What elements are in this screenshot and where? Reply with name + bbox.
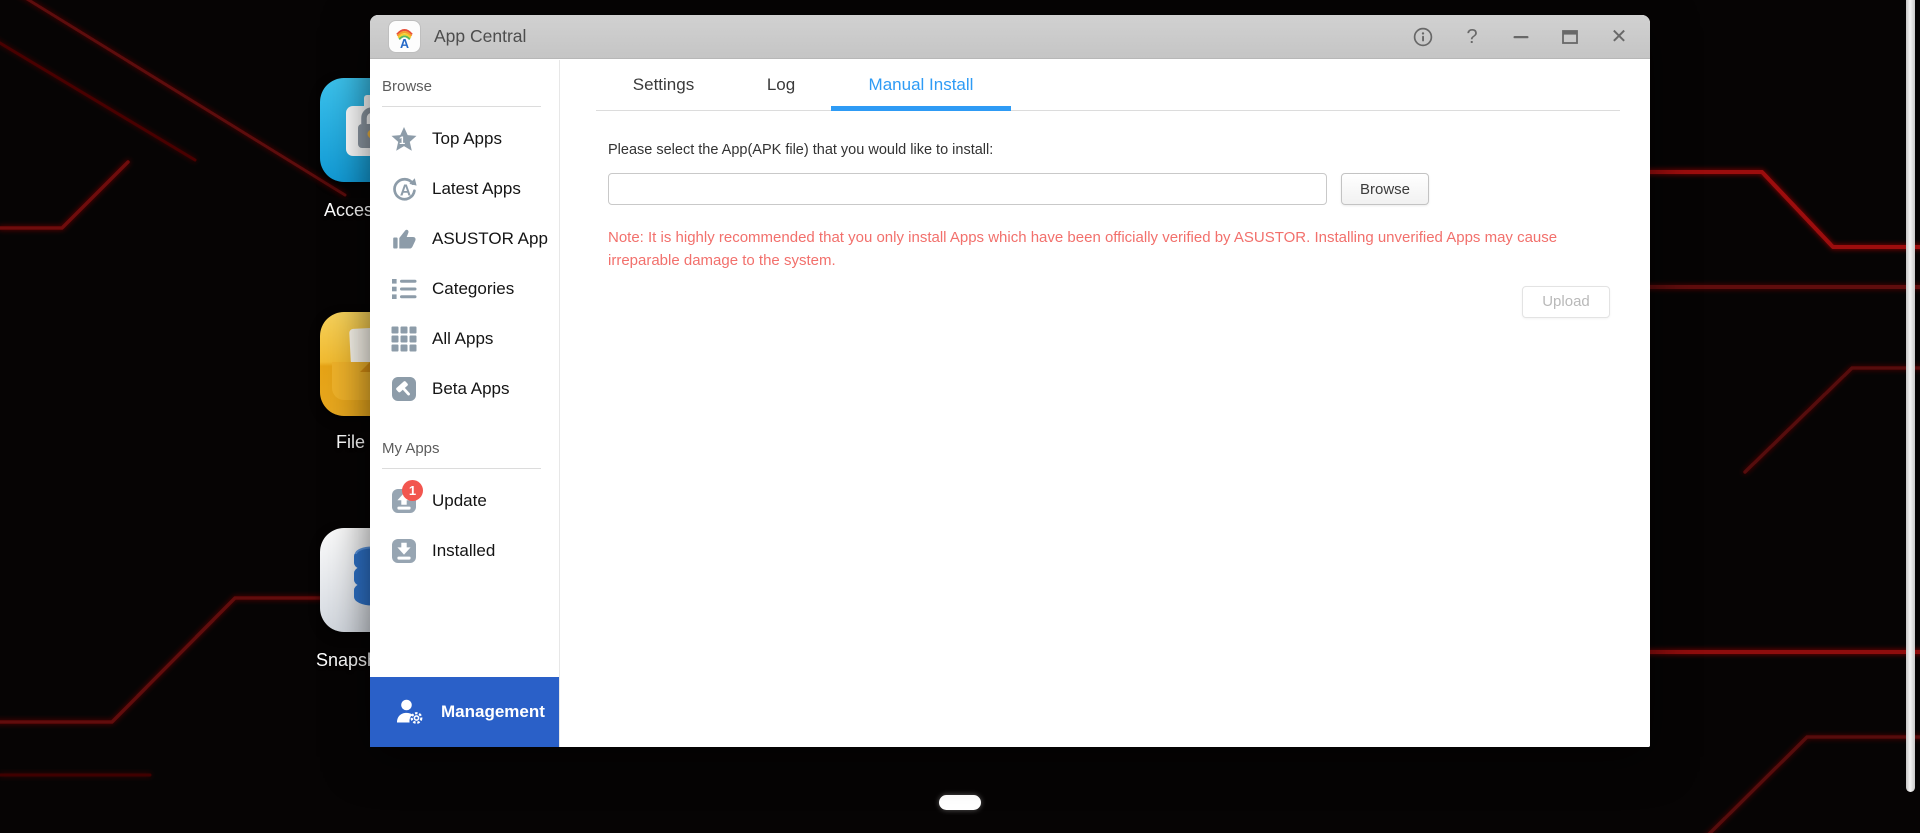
sidebar-item-categories[interactable]: Categories: [370, 264, 559, 314]
logo-letter: A: [400, 37, 409, 51]
refresh-letter: A: [400, 183, 411, 200]
update-count-badge: 1: [402, 480, 423, 501]
refresh-a-icon: A: [391, 176, 417, 202]
sidebar-item-label: Top Apps: [432, 129, 502, 149]
install-warning-note: Note: It is highly recommended that you …: [608, 226, 1598, 273]
sidebar-item-update[interactable]: 1 Update: [370, 476, 559, 526]
sidebar-item-label: Categories: [432, 279, 514, 299]
download-tray-icon: [391, 538, 417, 564]
sidebar-item-label: Update: [432, 491, 487, 511]
divider: [382, 468, 541, 469]
apk-file-path-input[interactable]: [608, 173, 1327, 205]
sidebar: Browse 1 Top Apps A: [370, 60, 560, 747]
grid-icon: [391, 326, 417, 352]
divider: [382, 106, 541, 107]
sidebar-item-top-apps[interactable]: 1 Top Apps: [370, 114, 559, 164]
sidebar-item-label: Installed: [432, 541, 495, 561]
sidebar-item-label: All Apps: [432, 329, 493, 349]
main-pane: Settings Log Manual Install Please selec…: [560, 60, 1650, 747]
minimize-icon[interactable]: [1510, 26, 1532, 48]
star-rank-icon: 1: [391, 126, 417, 152]
management-label: Management: [441, 702, 545, 722]
sidebar-item-asustor-app[interactable]: ASUSTOR App: [370, 214, 559, 264]
management-button[interactable]: Management: [370, 677, 559, 747]
window-titlebar[interactable]: A App Central ? ✕: [370, 15, 1650, 59]
list-icon: [391, 276, 417, 302]
sidebar-item-installed[interactable]: Installed: [370, 526, 559, 576]
taskbar-handle[interactable]: [939, 795, 981, 810]
browse-button[interactable]: Browse: [1341, 173, 1429, 205]
tab-settings[interactable]: Settings: [596, 60, 731, 110]
maximize-icon[interactable]: [1559, 26, 1581, 48]
sidebar-item-label: Latest Apps: [432, 179, 521, 199]
tab-manual-install[interactable]: Manual Install: [831, 60, 1011, 110]
info-button[interactable]: [1412, 26, 1434, 48]
sidebar-item-latest-apps[interactable]: A Latest Apps: [370, 164, 559, 214]
sidebar-item-all-apps[interactable]: All Apps: [370, 314, 559, 364]
tab-log[interactable]: Log: [731, 60, 831, 110]
sidebar-item-label: ASUSTOR App: [432, 229, 548, 249]
upload-arrow-icon: 1: [391, 488, 417, 514]
user-gear-icon: [395, 698, 425, 726]
window-controls: ? ✕: [1412, 26, 1630, 48]
right-edge-panel: [1906, 0, 1915, 792]
gavel-icon: [391, 376, 417, 402]
upload-button[interactable]: Upload: [1522, 286, 1610, 318]
tab-bar: Settings Log Manual Install: [596, 60, 1620, 111]
manual-install-panel: Please select the App(APK file) that you…: [560, 111, 1650, 318]
apk-select-prompt: Please select the App(APK file) that you…: [608, 142, 1610, 158]
sidebar-section-browse: Browse: [370, 74, 559, 100]
sidebar-item-beta-apps[interactable]: Beta Apps: [370, 364, 559, 414]
window-title: App Central: [434, 26, 526, 47]
sidebar-section-my-apps: My Apps: [370, 436, 559, 462]
thumbs-up-icon: [391, 226, 417, 252]
app-central-window: A App Central ? ✕: [370, 15, 1650, 747]
desktop-icon-label: Snapsh: [316, 650, 377, 671]
app-central-logo-icon: A: [388, 20, 421, 53]
close-button[interactable]: ✕: [1608, 26, 1630, 48]
star-number: 1: [399, 135, 405, 147]
sidebar-item-label: Beta Apps: [432, 379, 510, 399]
help-button[interactable]: ?: [1461, 26, 1483, 48]
